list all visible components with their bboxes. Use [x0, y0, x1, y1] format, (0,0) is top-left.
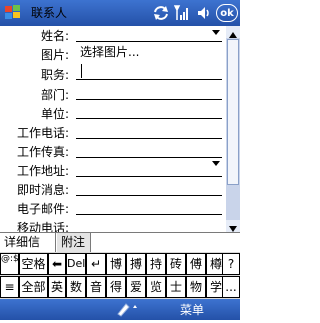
- menu-key[interactable]: ≡: [0, 276, 19, 298]
- email-label: 电子邮件:: [16, 202, 69, 216]
- candidate-key[interactable]: 爱: [126, 276, 146, 298]
- help-key[interactable]: ?: [222, 253, 240, 275]
- sync-icon[interactable]: [152, 4, 170, 22]
- name-field[interactable]: [76, 41, 222, 42]
- work-phone-field[interactable]: [76, 138, 222, 139]
- tab-details[interactable]: 详细信息: [0, 233, 56, 268]
- english-mode-key[interactable]: 英: [48, 276, 66, 298]
- name-label: 姓名:: [40, 29, 69, 43]
- candidate-key[interactable]: 得: [106, 276, 126, 298]
- picture-label: 图片:: [40, 48, 69, 62]
- work-address-field[interactable]: [76, 176, 222, 177]
- work-fax-field[interactable]: [76, 157, 222, 158]
- department-label: 部门:: [40, 88, 69, 102]
- scroll-thumb[interactable]: [227, 39, 239, 185]
- mobile-phone-label: 移动电话:: [16, 221, 69, 232]
- menu-softkey[interactable]: 菜单: [180, 300, 204, 320]
- candidate-key[interactable]: 持: [146, 253, 166, 275]
- number-mode-key[interactable]: 数: [66, 276, 86, 298]
- all-key[interactable]: 全部: [19, 276, 48, 298]
- candidate-key[interactable]: 物: [186, 276, 206, 298]
- work-address-label: 工作地址:: [16, 164, 69, 178]
- more-key[interactable]: ...: [222, 276, 240, 298]
- text-caret: [81, 64, 82, 78]
- department-field[interactable]: [76, 99, 222, 100]
- pinyin-mode-key[interactable]: 音: [86, 276, 106, 298]
- symbol-key[interactable]: @:$: [0, 253, 19, 275]
- volume-icon[interactable]: [196, 5, 212, 21]
- scroll-down-button[interactable]: [226, 220, 240, 232]
- company-label: 单位:: [40, 107, 69, 121]
- email-field[interactable]: [76, 214, 222, 215]
- tab-notes[interactable]: 附注: [57, 233, 91, 252]
- im-label: 即时消息:: [16, 183, 69, 197]
- candidate-key[interactable]: 士: [166, 276, 186, 298]
- company-field[interactable]: [76, 118, 222, 119]
- title-field[interactable]: [76, 79, 222, 80]
- work-phone-label: 工作电话:: [16, 126, 69, 140]
- space-key[interactable]: 空格: [19, 253, 48, 275]
- enter-key[interactable]: ↵: [86, 253, 106, 275]
- picture-field[interactable]: 选择图片...: [80, 44, 139, 60]
- candidate-key[interactable]: 砖: [166, 253, 186, 275]
- candidate-key[interactable]: 搏: [126, 253, 146, 275]
- candidate-key[interactable]: 博: [106, 253, 126, 275]
- input-panel-toggle-icon[interactable]: [112, 300, 142, 319]
- ok-button[interactable]: ok: [216, 4, 238, 22]
- candidate-key[interactable]: 览: [146, 276, 166, 298]
- title-label: 职务:: [40, 68, 69, 82]
- window-title: 联系人: [31, 6, 68, 20]
- work-address-dropdown-icon[interactable]: [212, 161, 220, 166]
- im-field[interactable]: [76, 195, 222, 196]
- signal-strength-icon[interactable]: [173, 4, 190, 22]
- windows-start-icon[interactable]: [4, 4, 22, 22]
- name-dropdown-icon[interactable]: [212, 30, 220, 35]
- work-fax-label: 工作传真:: [16, 145, 69, 159]
- soft-keyboard: @:$ 空格 ⬅ Del ↵ 博 搏 持 砖 傅 樽 ? ≡ 全部 英 数 音 …: [0, 252, 240, 299]
- candidate-key[interactable]: 傅: [186, 253, 206, 275]
- scroll-up-button[interactable]: [226, 26, 240, 38]
- backspace-key[interactable]: ⬅: [48, 253, 66, 275]
- delete-key[interactable]: Del: [66, 253, 86, 275]
